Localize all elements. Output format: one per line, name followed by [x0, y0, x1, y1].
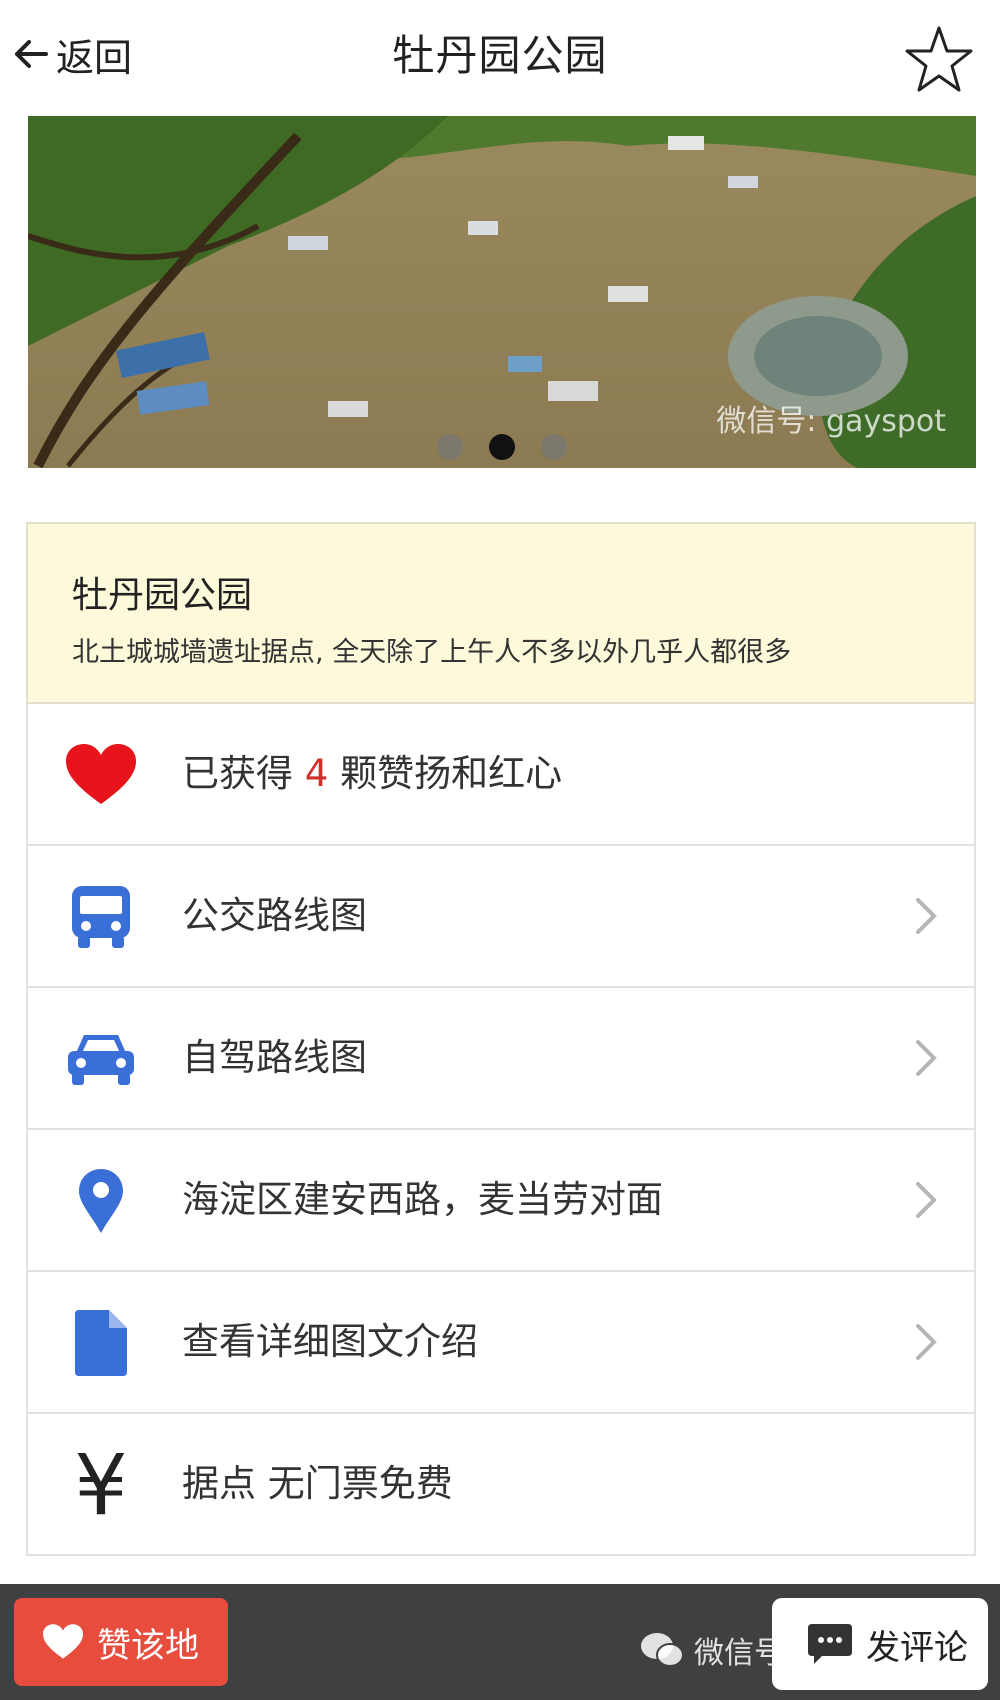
place-name: 牡丹园公园 — [72, 575, 253, 616]
address-row[interactable]: 海淀区建安西路，麦当劳对面 — [26, 1130, 976, 1272]
chevron-right-icon — [916, 1324, 937, 1360]
heart-icon — [66, 740, 136, 810]
chevron-right-icon — [916, 898, 937, 934]
like-place-label: 赞该地 — [97, 1625, 199, 1666]
post-comment-label: 发评论 — [866, 1627, 968, 1668]
likes-suffix: 颗赞扬和红心 — [328, 752, 563, 795]
likes-count: 4 — [304, 752, 329, 795]
driving-route-row[interactable]: 自驾路线图 — [26, 988, 976, 1130]
details-row[interactable]: 查看详细图文介绍 — [26, 1272, 976, 1414]
car-icon — [66, 1024, 136, 1094]
yen-glyph: ¥ — [74, 1436, 128, 1534]
yen-icon: ¥ — [66, 1436, 136, 1534]
likes-label: 已获得 4 颗赞扬和红心 — [182, 704, 562, 844]
bus-route-row[interactable]: 公交路线图 — [26, 846, 976, 988]
details-label: 查看详细图文介绍 — [182, 1320, 478, 1363]
carousel-dot[interactable] — [541, 434, 567, 460]
photo-carousel[interactable]: 微信号: gayspot — [28, 116, 976, 468]
carousel-dot[interactable] — [437, 434, 463, 460]
place-info-card: 牡丹园公园 北土城城墙遗址据点, 全天除了上午人不多以外几乎人都很多 — [26, 522, 976, 704]
address-label: 海淀区建安西路，麦当劳对面 — [182, 1178, 663, 1221]
wechat-icon — [641, 1633, 684, 1667]
carousel-indicator — [28, 434, 976, 460]
price-row: ¥ 据点 无门票免费 — [26, 1414, 976, 1556]
likes-row: 已获得 4 颗赞扬和红心 — [26, 704, 976, 846]
chevron-right-icon — [916, 1182, 937, 1218]
location-pin-icon — [66, 1166, 136, 1236]
detail-list: 已获得 4 颗赞扬和红心 公交路线图 自驾路线图 海淀区建安西路，麦当劳对面 查… — [26, 704, 976, 1556]
likes-prefix: 已获得 — [182, 752, 305, 795]
post-comment-button[interactable]: 发评论 — [772, 1598, 988, 1690]
driving-route-label: 自驾路线图 — [182, 1036, 367, 1079]
price-label: 据点 无门票免费 — [182, 1462, 453, 1505]
document-icon — [66, 1308, 136, 1378]
like-place-button[interactable]: 赞该地 — [14, 1598, 228, 1686]
comment-icon — [808, 1624, 852, 1664]
star-icon[interactable] — [904, 24, 974, 94]
top-nav-bar: 返回 牡丹园公园 — [0, 0, 1000, 108]
bus-route-label: 公交路线图 — [182, 894, 367, 937]
chevron-right-icon — [916, 1040, 937, 1076]
bus-icon — [66, 882, 136, 952]
bottom-action-bar: 赞该地 微信号: bjtongzhi 发评论 — [0, 1584, 1000, 1700]
place-description: 北土城城墙遗址据点, 全天除了上午人不多以外几乎人都很多 — [72, 637, 792, 668]
page-title: 牡丹园公园 — [392, 31, 608, 80]
carousel-dot-active[interactable] — [489, 434, 515, 460]
heart-icon — [43, 1624, 83, 1659]
